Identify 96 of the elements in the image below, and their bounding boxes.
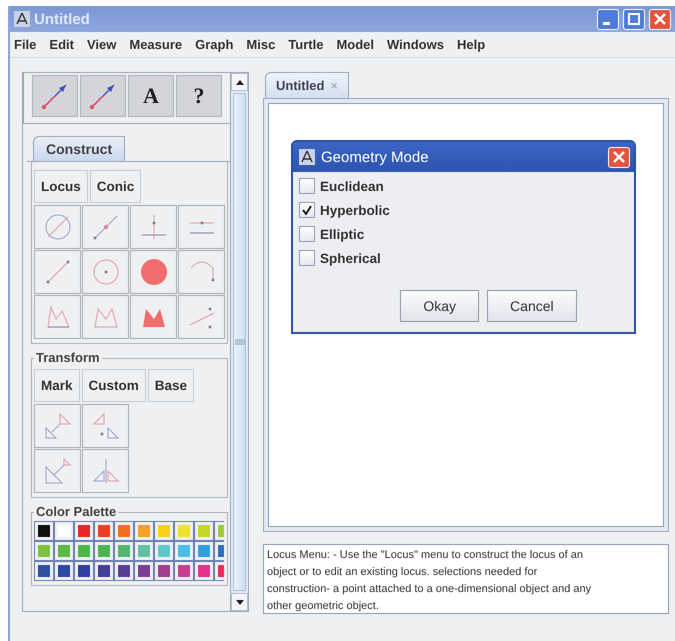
construct-tool-button[interactable] [34,295,81,339]
maximize-icon [628,13,640,25]
menu-item[interactable]: Graph [195,37,234,52]
menu-item[interactable]: Turtle [288,37,324,52]
close-button[interactable] [608,146,630,168]
menu-item[interactable]: View [86,37,116,52]
grip-icon [234,339,244,345]
construct-tool-button[interactable] [82,295,129,339]
construct-tool-button[interactable] [82,205,129,249]
color-swatch[interactable] [134,541,154,561]
color-swatch[interactable] [134,521,154,541]
group-title: Transform [34,350,102,365]
transform-tool-button[interactable] [82,449,129,493]
dialog-button[interactable]: Okay [400,290,480,322]
color-swatch[interactable] [74,521,94,541]
color-swatch[interactable] [114,521,134,541]
color-swatch[interactable] [174,561,194,581]
tool-button[interactable] [80,75,126,117]
color-swatch[interactable] [54,521,74,541]
color-swatch[interactable] [74,541,94,561]
transform-tool-button[interactable] [34,449,81,493]
color-swatch[interactable] [154,541,174,561]
color-swatch[interactable] [94,561,114,581]
checkbox[interactable] [299,250,315,266]
color-swatch[interactable] [94,541,114,561]
color-swatch[interactable] [34,541,54,561]
transform-tool-button[interactable] [82,404,129,448]
scroll-up-button[interactable] [231,73,248,91]
checkbox-option[interactable]: Hyperbolic [299,202,628,218]
close-button[interactable] [649,8,671,30]
color-swatch[interactable] [114,541,134,561]
menu-item[interactable]: File [14,37,36,52]
window-title: Untitled [34,10,91,28]
dialog-button[interactable]: Cancel [487,290,577,322]
color-swatch[interactable] [74,561,94,581]
color-swatch[interactable] [34,561,54,581]
construct-tab[interactable]: Construct [33,136,126,161]
menu-item[interactable]: Help [456,37,486,52]
construct-button[interactable]: Conic [90,170,142,203]
construct-tool-button[interactable] [130,205,177,249]
menu-item[interactable]: Windows [387,37,444,52]
maximize-button[interactable] [623,8,645,30]
down-arrow-icon [236,600,244,604]
construct-tool-button[interactable] [34,250,81,294]
menu-item[interactable]: Model [336,37,374,52]
color-swatch[interactable] [114,561,134,581]
check-icon [302,205,312,215]
construct-tool-button[interactable] [178,205,225,249]
checkbox-option[interactable]: Elliptic [299,226,628,242]
color-swatch[interactable] [174,521,194,541]
construct-tool-button[interactable] [178,250,225,294]
close-icon [654,13,666,25]
compass-logo-icon [14,11,30,27]
checkbox-option[interactable]: Spherical [299,250,628,266]
checkbox-option[interactable]: Euclidean [299,178,628,194]
color-swatch[interactable] [94,521,114,541]
group-title: Color Palette [34,504,118,519]
construct-tool-button[interactable] [34,205,81,249]
close-icon [613,151,625,163]
menu-item[interactable]: Measure [129,37,182,52]
color-swatch[interactable] [174,541,194,561]
color-swatch[interactable] [194,541,214,561]
tool-button[interactable]: A [128,75,174,117]
menu-item[interactable]: Edit [49,37,74,52]
scroll-down-button[interactable] [231,593,248,611]
tool-button[interactable] [32,75,78,117]
compass-logo-icon [299,149,315,165]
transform-tool-button[interactable] [34,404,81,448]
color-swatch[interactable] [54,561,74,581]
menu-item[interactable]: Misc [246,37,276,52]
document-tab[interactable]: Untitled × [265,72,349,98]
help-text: Locus Menu: - Use the "Locus" menu to construct the locus of an object or to edit an existing locus. selections needed for construction- a point attached to a one-dimensional object and any other geometric object. [263,544,669,614]
checkbox[interactable] [299,202,315,218]
color-swatch[interactable] [54,541,74,561]
transform-button[interactable]: Base [148,369,194,402]
tool-button[interactable]: ? [176,75,222,117]
color-swatch[interactable] [154,521,174,541]
checkbox[interactable] [299,178,315,194]
color-swatch[interactable] [194,561,214,581]
minimize-button[interactable] [597,8,619,30]
color-swatch[interactable] [154,561,174,581]
color-swatch[interactable] [194,521,214,541]
construct-tool-button[interactable] [178,295,225,339]
minimize-icon [602,22,610,24]
transform-button[interactable]: Mark [34,369,80,402]
transform-button[interactable]: Custom [82,369,146,402]
construct-tool-button[interactable] [130,250,177,294]
scrollbar-thumb[interactable] [233,93,246,591]
up-arrow-icon [236,80,244,84]
color-swatch[interactable] [34,521,54,541]
checkbox[interactable] [299,226,315,242]
construct-tool-button[interactable] [130,295,177,339]
construct-button[interactable]: Locus [34,170,88,203]
dialog-title: Geometry Mode [321,148,430,166]
construct-tool-button[interactable] [82,250,129,294]
color-swatch[interactable] [134,561,154,581]
